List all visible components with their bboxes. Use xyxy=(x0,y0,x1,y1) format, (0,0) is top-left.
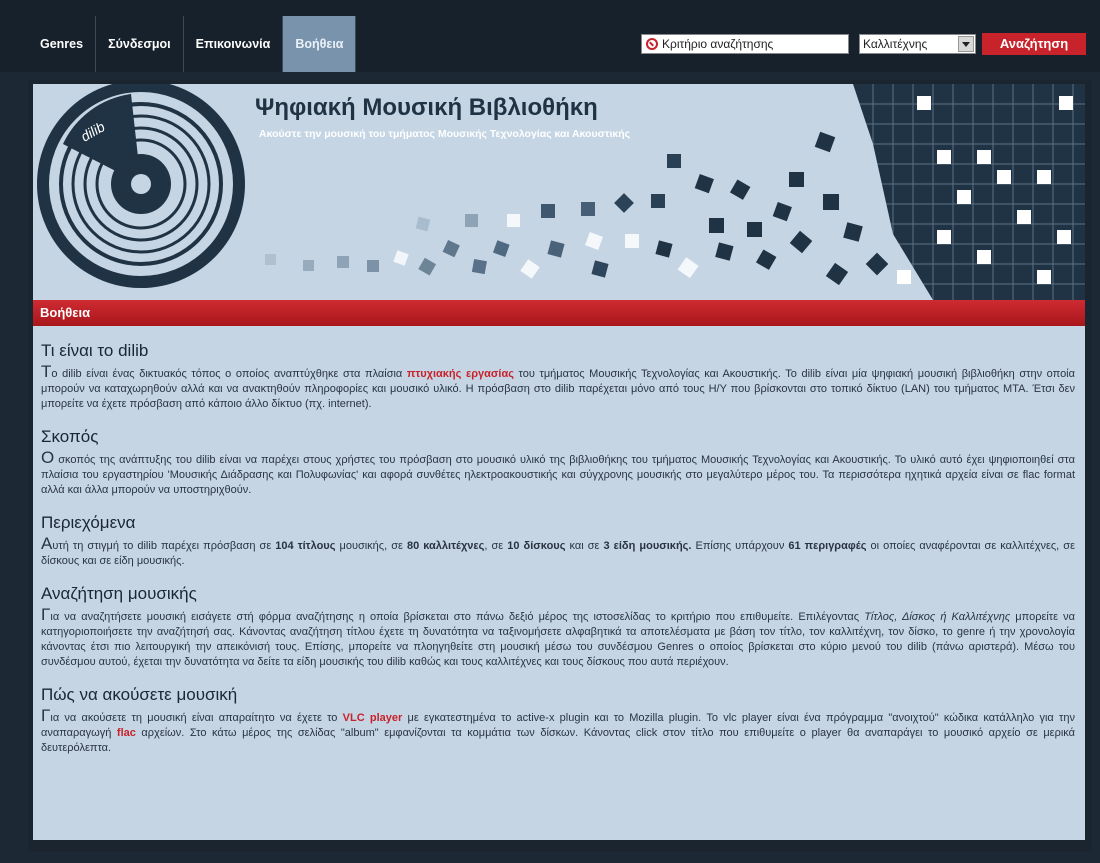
section-text: Αυτή τη στιγμή το dilib παρέχει πρόσβαση… xyxy=(41,536,1075,569)
chevron-down-icon[interactable] xyxy=(958,36,974,52)
flac-link[interactable]: flac xyxy=(117,727,136,739)
main-nav: Genres Σύνδεσμοι Επικοινωνία Βοήθεια xyxy=(28,16,356,72)
section-what: Τι είναι το dilib Το dilib είναι ένας δι… xyxy=(41,340,1075,412)
section-contents: Περιεχόμενα Αυτή τη στιγμή το dilib παρέ… xyxy=(41,512,1075,569)
section-text: Για να αναζητήσετε μουσική εισάγετε στή … xyxy=(41,607,1075,670)
section-search: Αναζήτηση μουσικής Για να αναζητήσετε μο… xyxy=(41,583,1075,670)
section-goal: Σκοπός Ο σκοπός της ανάπτυξης του dilib … xyxy=(41,426,1075,498)
section-heading: Περιεχόμενα xyxy=(41,512,1075,534)
grid-pattern xyxy=(853,84,1085,300)
nav-help[interactable]: Βοήθεια xyxy=(283,16,356,72)
search-input[interactable] xyxy=(662,37,842,51)
site-subtitle: Ακούστε την μουσική του τμήματος Μουσική… xyxy=(259,128,630,140)
search-type-value: Καλλιτέχνης xyxy=(860,37,927,51)
search-type-select[interactable]: Καλλιτέχνης xyxy=(859,34,976,54)
section-text: Το dilib είναι ένας δικτυακός τόπος ο οπ… xyxy=(41,364,1075,412)
help-content: Τι είναι το dilib Το dilib είναι ένας δι… xyxy=(33,326,1085,840)
search-button[interactable]: Αναζήτηση xyxy=(982,33,1086,55)
vlc-player-link[interactable]: VLC player xyxy=(343,712,403,724)
section-heading: Σκοπός xyxy=(41,426,1075,448)
top-bar: Genres Σύνδεσμοι Επικοινωνία Βοήθεια Καλ… xyxy=(0,0,1100,72)
section-listen: Πώς να ακούσετε μουσική Για να ακούσετε … xyxy=(41,684,1075,756)
section-text: Για να ακούσετε τη μουσική είναι απαραίτ… xyxy=(41,708,1075,756)
banner: dilib xyxy=(33,84,1085,300)
search-icon xyxy=(646,38,658,50)
section-header: Βοήθεια xyxy=(33,300,1085,326)
nav-links[interactable]: Σύνδεσμοι xyxy=(96,16,184,72)
scattered-squares xyxy=(265,132,888,285)
section-heading: Τι είναι το dilib xyxy=(41,340,1075,362)
section-text: Ο σκοπός της ανάπτυξης του dilib είναι ν… xyxy=(41,450,1075,498)
nav-genres[interactable]: Genres xyxy=(28,16,96,72)
section-heading: Αναζήτηση μουσικής xyxy=(41,583,1075,605)
nav-contact[interactable]: Επικοινωνία xyxy=(184,16,284,72)
search-field[interactable] xyxy=(641,34,849,54)
dilib-logo: dilib xyxy=(43,86,239,282)
site-title: Ψηφιακή Μουσική Βιβλιοθήκη xyxy=(255,94,598,122)
section-heading: Πώς να ακούσετε μουσική xyxy=(41,684,1075,706)
thesis-link[interactable]: πτυχιακής εργασίας xyxy=(407,368,514,380)
